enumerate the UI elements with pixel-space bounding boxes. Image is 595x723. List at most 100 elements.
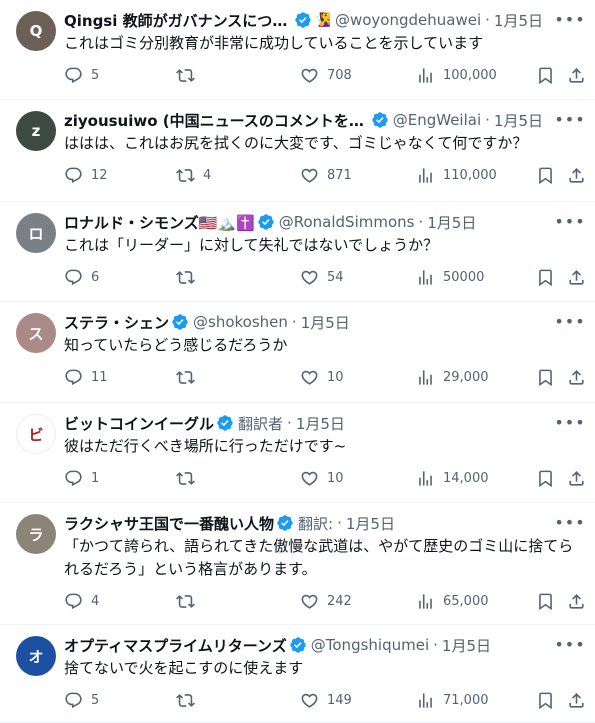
display-name[interactable]: オプティマスプライムリターンズ <box>64 635 287 655</box>
more-icon[interactable]: ••• <box>554 633 584 655</box>
translator-label[interactable]: 翻訳: <box>298 513 333 533</box>
retweet-button[interactable] <box>176 368 195 387</box>
retweet-button[interactable]: 4 <box>176 166 211 185</box>
tweet-date[interactable]: 1月5日 <box>442 635 491 655</box>
like-button[interactable]: 871 <box>300 166 352 185</box>
bookmark-button[interactable] <box>536 368 555 387</box>
reply-button[interactable]: 4 <box>64 592 99 611</box>
more-icon[interactable]: ••• <box>554 210 584 232</box>
bookmark-icon <box>536 691 555 710</box>
bookmark-button[interactable] <box>536 66 555 85</box>
tweet-date[interactable]: 1月5日 <box>346 513 395 533</box>
more-icon[interactable]: ••• <box>554 108 584 130</box>
user-handle[interactable]: @Tongshiqumei <box>311 636 429 654</box>
avatar[interactable]: ス <box>16 313 56 353</box>
views-button[interactable]: 14,000 <box>416 469 489 488</box>
tweet-header: Qingsi 教師がガバナンスについて語る 🧏‍♀️@woyongdehuawei… <box>64 10 579 30</box>
tweet[interactable]: ス ステラ・シェン @shokoshen · 1月5日 ••• 知っていたらどう感じるだろう… <box>0 302 595 403</box>
like-button[interactable]: 10 <box>300 368 344 387</box>
bookmark-button[interactable] <box>536 268 555 287</box>
tweet[interactable]: オ オプティマスプライムリターンズ @Tongshiqumei · 1月5日 ••• 捨てな… <box>0 625 595 723</box>
display-name[interactable]: ラクシャサ王国で一番醜い人物 <box>64 513 274 533</box>
display-name[interactable]: ステラ・シェン <box>64 312 169 332</box>
tweet[interactable]: ロ ロナルド・シモンズ🇺🇸🏔️✝️ @RonaldSimmons · 1月5日 ••• これ… <box>0 202 595 302</box>
reply-count: 11 <box>91 370 108 385</box>
views-button[interactable]: 50000 <box>416 268 484 287</box>
more-icon[interactable]: ••• <box>554 411 584 433</box>
like-button[interactable]: 10 <box>300 469 344 488</box>
retweet-icon <box>176 368 195 387</box>
views-button[interactable]: 29,000 <box>416 368 489 387</box>
reply-count: 1 <box>91 471 100 486</box>
reply-icon <box>64 268 83 287</box>
share-button[interactable] <box>567 592 586 611</box>
share-button[interactable] <box>567 469 586 488</box>
reply-button[interactable]: 11 <box>64 368 108 387</box>
tweet-date[interactable]: 1月5日 <box>301 312 350 332</box>
separator-dot: · <box>485 111 490 129</box>
reply-button[interactable]: 12 <box>64 166 108 185</box>
retweet-button[interactable] <box>176 691 195 710</box>
tweet-date[interactable]: 1月5日 <box>296 413 345 433</box>
share-button[interactable] <box>567 166 586 185</box>
avatar[interactable]: オ <box>16 636 56 676</box>
user-handle[interactable]: @woyongdehuawei <box>335 11 481 29</box>
tweet-actions: 5 149 71,000 <box>64 682 584 720</box>
share-button[interactable] <box>567 691 586 710</box>
like-button[interactable]: 54 <box>300 268 344 287</box>
verified-icon <box>274 514 294 532</box>
like-button[interactable]: 149 <box>300 691 352 710</box>
tweet[interactable]: Q Qingsi 教師がガバナンスについて語る 🧏‍♀️@woyongdehuawe… <box>0 0 595 100</box>
user-handle[interactable]: @shokoshen <box>193 313 288 331</box>
avatar[interactable]: ビ <box>16 414 56 454</box>
bookmark-button[interactable] <box>536 469 555 488</box>
share-button[interactable] <box>567 368 586 387</box>
reply-button[interactable]: 5 <box>64 691 99 710</box>
reply-button[interactable]: 5 <box>64 66 99 85</box>
views-button[interactable]: 110,000 <box>416 166 497 185</box>
views-button[interactable]: 100,000 <box>416 66 497 85</box>
bookmark-button[interactable] <box>536 691 555 710</box>
more-icon[interactable]: ••• <box>554 511 584 533</box>
retweet-button[interactable] <box>176 469 195 488</box>
display-name[interactable]: ビットコインイーグル <box>64 413 214 433</box>
tweet-date[interactable]: 1月5日 <box>427 212 476 232</box>
display-name[interactable]: Qingsi 教師がガバナンスについて語る <box>64 10 292 30</box>
retweet-button[interactable] <box>176 268 195 287</box>
bookmark-button[interactable] <box>536 166 555 185</box>
like-button[interactable]: 242 <box>300 592 352 611</box>
avatar[interactable]: ロ <box>16 213 56 253</box>
share-button[interactable] <box>567 268 586 287</box>
avatar[interactable]: ラ <box>16 514 56 554</box>
bookmark-button[interactable] <box>536 592 555 611</box>
retweet-button[interactable] <box>176 66 195 85</box>
avatar[interactable]: z <box>16 111 56 151</box>
reply-icon <box>64 166 83 185</box>
translator-label[interactable]: 翻訳者 <box>238 413 283 433</box>
views-button[interactable]: 65,000 <box>416 592 489 611</box>
reply-count: 4 <box>91 594 100 609</box>
user-handle[interactable]: @RonaldSimmons <box>279 213 415 231</box>
display-name[interactable]: ziyousuiwo (中国ニュースのコメントを随時更新) <box>64 110 369 130</box>
tweet[interactable]: z ziyousuiwo (中国ニュースのコメントを随時更新) @EngWeilai… <box>0 100 595 202</box>
user-handle[interactable]: @EngWeilai <box>393 111 481 129</box>
share-button[interactable] <box>567 66 586 85</box>
retweet-button[interactable] <box>176 592 195 611</box>
more-icon[interactable]: ••• <box>554 8 584 30</box>
reply-button[interactable]: 6 <box>64 268 99 287</box>
reply-count: 6 <box>91 270 100 285</box>
tweet[interactable]: ラ ラクシャサ王国で一番醜い人物 翻訳: · 1月5日 ••• 「かつて誇られ、語られてきた… <box>0 503 595 625</box>
avatar-initial: ラ <box>28 525 44 544</box>
views-button[interactable]: 71,000 <box>416 691 489 710</box>
separator-dot: · <box>485 11 490 29</box>
bookmark-icon <box>536 469 555 488</box>
like-button[interactable]: 708 <box>300 66 352 85</box>
reply-button[interactable]: 1 <box>64 469 99 488</box>
more-icon[interactable]: ••• <box>554 310 584 332</box>
tweet[interactable]: ビ ビットコインイーグル 翻訳者 · 1月5日 ••• 彼はただ行くべき場所に行っただけです… <box>0 403 595 503</box>
display-name[interactable]: ロナルド・シモンズ🇺🇸🏔️✝️ <box>64 212 255 232</box>
tweet-date[interactable]: 1月5日 <box>494 10 543 30</box>
tweet-date[interactable]: 1月5日 <box>494 110 543 130</box>
views-icon <box>416 592 435 611</box>
avatar[interactable]: Q <box>16 11 56 51</box>
